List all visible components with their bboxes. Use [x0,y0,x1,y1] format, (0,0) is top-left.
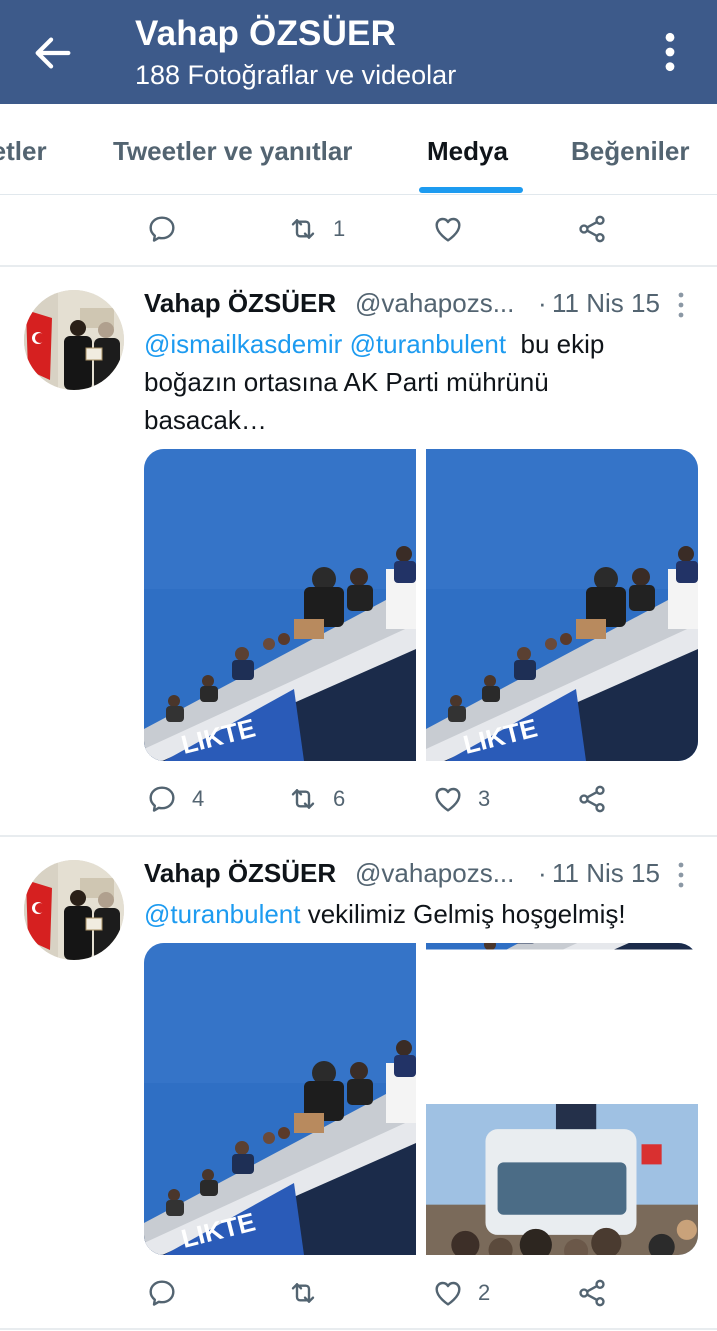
share-icon [576,213,608,245]
reply-button[interactable] [146,1268,192,1318]
separator-dot: · [538,858,547,888]
tweet-text-line: basacak… [144,405,267,435]
back-arrow-icon[interactable] [30,30,76,76]
tweet-action-bar: 4 6 3 [0,774,717,824]
reply-icon [146,1277,178,1309]
like-count: 3 [478,786,491,811]
tweet-media-grid [144,449,698,761]
separator-dot: · [538,288,547,318]
tweet-header: Vahap ÖZSÜER @vahapozs... · 11 Nis 15 [144,858,704,898]
media-photo[interactable] [144,449,416,761]
media-photo[interactable] [144,943,416,1255]
tab-likes[interactable]: Beğeniler [571,136,690,167]
tab-media[interactable]: Medya [427,136,508,167]
tweet-media-grid [144,943,698,1255]
profile-name-title: Vahap ÖZSÜER [135,14,397,53]
tab-tweets-and-replies[interactable]: Tweetler ve yanıtlar [113,136,352,167]
media-count-subtitle: 188 Fotoğraflar ve videolar [135,60,457,90]
retweet-count: 1 [333,216,346,241]
author-handle[interactable]: @vahapozs... [355,288,514,319]
tweet-action-bar: 2 [0,1268,717,1318]
retweet-icon [287,783,319,815]
mention-link[interactable]: @turanbulent [144,899,301,929]
tweet-text-line: vekilimiz Gelmiş hoşgelmiş! [300,899,626,929]
retweet-button[interactable]: 1 [287,204,345,254]
tweet-more-icon[interactable] [676,292,686,318]
author-name[interactable]: Vahap ÖZSÜER [144,288,336,319]
retweet-button[interactable] [287,1268,333,1318]
author-handle[interactable]: @vahapozs... [355,858,514,889]
tweet-action-bar: 1 [0,204,717,254]
tweet-text: @turanbulent vekilimiz Gelmiş hoşgelmiş! [144,895,689,933]
share-button[interactable] [576,774,608,824]
reply-button[interactable]: 4 [146,774,204,824]
like-button[interactable] [432,204,478,254]
tweet-text: @ismailkasdemir @turanbulent bu ekip boğ… [144,325,689,439]
media-photo[interactable] [426,449,698,761]
like-icon [432,213,464,245]
avatar[interactable] [24,290,124,390]
media-photo[interactable] [426,943,698,1094]
media-photo[interactable] [426,1104,698,1255]
divider [0,265,717,267]
share-button[interactable] [576,1268,608,1318]
like-icon [432,1277,464,1309]
author-name[interactable]: Vahap ÖZSÜER [144,858,336,889]
divider [0,1328,717,1330]
tweet-date[interactable]: 11 Nis 15 [552,288,660,319]
reply-button[interactable] [146,204,192,254]
reply-icon [146,213,178,245]
share-icon [576,783,608,815]
tweet-header: Vahap ÖZSÜER @vahapozs... · 11 Nis 15 [144,288,704,328]
tab-tweets[interactable]: Tweetler [0,136,47,167]
retweet-count: 6 [333,786,346,811]
tweet-more-icon[interactable] [676,862,686,888]
retweet-icon [287,213,319,245]
app-bar: Vahap ÖZSÜER 188 Fotoğraflar ve videolar [0,0,717,104]
like-count: 2 [478,1280,491,1305]
retweet-button[interactable]: 6 [287,774,345,824]
mention-link[interactable]: @ismailkasdemir [144,329,342,359]
more-vertical-icon[interactable] [652,30,688,74]
retweet-icon [287,1277,319,1309]
tweet-date[interactable]: 11 Nis 15 [552,858,660,889]
profile-tabs: Tweetler Tweetler ve yanıtlar Medya Beğe… [0,104,717,195]
divider [0,835,717,837]
avatar[interactable] [24,860,124,960]
mention-link[interactable]: @turanbulent [350,329,507,359]
share-icon [576,1277,608,1309]
tweet-text-line: bu ekip [506,329,605,359]
tweet-text-line: boğazın ortasına AK Parti mührünü [144,367,549,397]
reply-count: 4 [192,786,205,811]
active-tab-indicator [419,187,523,193]
like-button[interactable]: 2 [432,1268,490,1318]
like-button[interactable]: 3 [432,774,490,824]
like-icon [432,783,464,815]
share-button[interactable] [576,204,608,254]
reply-icon [146,783,178,815]
